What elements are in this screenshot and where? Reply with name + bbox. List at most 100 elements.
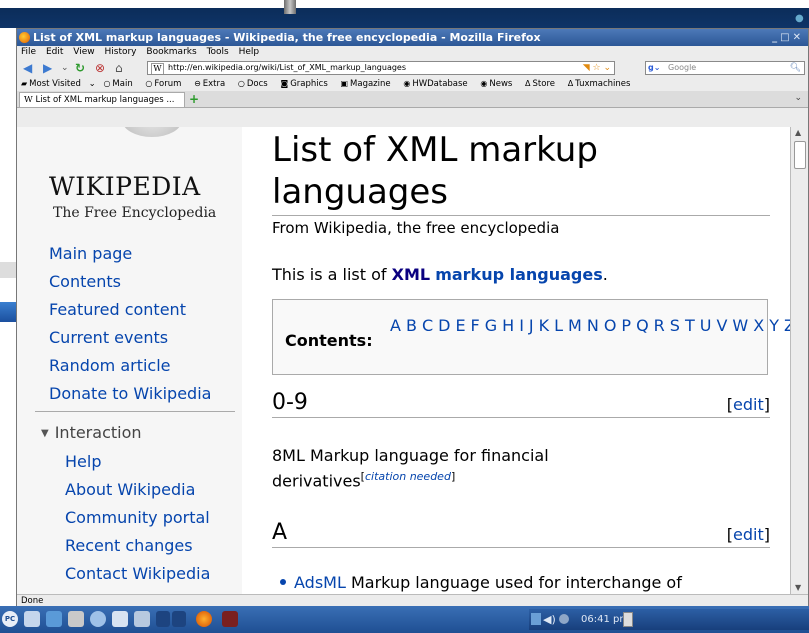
nav-about-wikipedia[interactable]: About Wikipedia [65,480,195,499]
nav-contents[interactable]: Contents [49,272,121,291]
network-icon[interactable] [531,613,541,625]
start-menu-button[interactable]: PC [2,611,18,627]
workspace-1-icon[interactable] [156,611,170,627]
search-placeholder[interactable]: Google [668,63,696,72]
search-icon[interactable]: 🔍︎ [790,62,801,74]
settings-icon[interactable] [90,611,106,627]
google-engine-icon[interactable]: g⌄ [648,63,663,73]
mail-icon[interactable] [112,611,128,627]
nav-random-article[interactable]: Random article [49,356,171,375]
chat-icon[interactable] [134,611,150,627]
toc-letter-link[interactable]: L [554,316,563,335]
toc-letter-link[interactable]: E [455,316,465,335]
wikipedia-globe-logo[interactable] [122,127,182,137]
bookmark-forum[interactable]: ○ Forum [145,79,186,89]
nav-contact-wikipedia[interactable]: Contact Wikipedia [65,564,210,583]
battery-icon[interactable] [623,612,633,627]
toc-letter-link[interactable]: A [390,316,401,335]
nav-donate[interactable]: Donate to Wikipedia [49,384,211,403]
toc-letter-link[interactable]: N [587,316,599,335]
toc-letter-link[interactable]: C [422,316,433,335]
toc-letter-link[interactable]: F [471,316,480,335]
toc-letter-link[interactable]: O [604,316,617,335]
toc-letter-link[interactable]: J [529,316,534,335]
wikipedia-wordmark[interactable]: WIKIPEDIA [49,172,201,201]
app-taskbar-icon[interactable] [222,611,238,627]
nav-community-portal[interactable]: Community portal [65,508,210,527]
citation-needed[interactable]: [citation needed] [361,470,456,483]
nav-main-page[interactable]: Main page [49,244,132,263]
clock[interactable]: 06:41 pm [581,609,629,630]
scrollbar-thumb[interactable] [794,141,806,169]
toc-letter-link[interactable]: B [406,316,417,335]
toc-letter-link[interactable]: M [568,316,582,335]
link-xml[interactable]: XML [392,265,430,284]
terminal-icon[interactable] [46,611,62,627]
toc-letter-link[interactable]: X [753,316,764,335]
firefox-taskbar-icon[interactable] [196,611,212,627]
menu-edit[interactable]: Edit [46,47,63,57]
toc-letter-link[interactable]: H [502,316,514,335]
toc-letter-link[interactable]: I [519,316,524,335]
bookmark-main[interactable]: ○ Main [103,79,137,89]
back-arrow-icon[interactable]: ◀ [23,61,32,75]
new-tab-icon[interactable]: + [189,92,199,106]
bookmark-hwdatabase[interactable]: ◉ HWDatabase [403,79,472,89]
home-icon[interactable]: ⌂ [115,61,123,75]
bookmark-tuxmachines[interactable]: Δ Tuxmachines [568,79,636,89]
toc-letter-link[interactable]: G [485,316,497,335]
menu-bookmarks[interactable]: Bookmarks [146,47,196,57]
bookmark-docs[interactable]: ○ Docs [238,79,273,89]
menu-help[interactable]: Help [239,47,260,57]
toc-letter-link[interactable]: S [670,316,680,335]
forward-arrow-icon[interactable]: ▶ [43,61,52,75]
rss-feed-icon[interactable]: ◥ ☆ ⌄ [583,62,611,74]
workspace-2-icon[interactable] [172,611,186,627]
vertical-scrollbar[interactable]: ▲ ▼ [790,127,808,594]
bookmark-graphics[interactable]: ◙ Graphics [280,79,332,89]
menu-history[interactable]: History [104,47,136,57]
edit-link[interactable]: [edit] [727,521,770,549]
toc-letter-link[interactable]: Q [636,316,649,335]
link-markup-languages[interactable]: markup languages [435,265,603,284]
nav-help[interactable]: Help [65,452,101,471]
reload-icon[interactable]: ↻ [75,61,85,75]
toc-letter-link[interactable]: Y [769,316,779,335]
toc-letter-link[interactable]: P [621,316,631,335]
bookmark-news[interactable]: ◉ News [480,79,517,89]
file-manager-icon[interactable] [24,611,40,627]
toc-letter-link[interactable]: V [716,316,727,335]
collapse-triangle-icon[interactable]: ▼ [41,428,49,439]
scroll-down-icon[interactable]: ▼ [795,583,801,592]
nav-featured-content[interactable]: Featured content [49,300,186,319]
bookmark-most-visited[interactable]: ▰ Most Visited ⌄ [21,79,96,89]
bookmark-store[interactable]: Δ Store [525,79,560,89]
url-bar[interactable]: W http://en.wikipedia.org/wiki/List_of_X… [147,61,615,75]
toc-letter-link[interactable]: R [654,316,665,335]
window-titlebar[interactable]: List of XML markup languages - Wikipedia… [17,29,808,46]
scroll-up-icon[interactable]: ▲ [795,128,801,137]
link-adsml[interactable]: AdsML [294,573,346,592]
bookmark-magazine[interactable]: ▣ Magazine [340,79,395,89]
edit-link[interactable]: [edit] [727,391,770,419]
url-text[interactable]: http://en.wikipedia.org/wiki/List_of_XML… [168,63,406,72]
tools-icon[interactable] [68,611,84,627]
toc-letter-link[interactable]: U [700,316,712,335]
menu-file[interactable]: File [21,47,36,57]
update-icon[interactable] [559,614,569,624]
tab-active[interactable]: W List of XML markup languages ... [19,92,185,107]
tab-list-icon[interactable]: ⌄ [794,93,802,103]
menu-tools[interactable]: Tools [207,47,229,57]
menu-view[interactable]: View [73,47,94,57]
history-dropdown-icon[interactable]: ⌄ [61,61,69,75]
toc-letter-link[interactable]: W [732,316,748,335]
volume-icon[interactable]: ◀) [543,609,556,630]
toc-letter-link[interactable]: K [539,316,550,335]
bookmark-extra[interactable]: ⊖ Extra [194,79,230,89]
nav-recent-changes[interactable]: Recent changes [65,536,193,555]
interaction-heading[interactable]: ▼ Interaction [41,423,142,442]
toc-letter-link[interactable]: T [685,316,695,335]
search-bar[interactable]: g⌄ Google 🔍︎ [645,61,805,75]
window-controls[interactable]: _□✕ [772,29,804,46]
nav-current-events[interactable]: Current events [49,328,168,347]
